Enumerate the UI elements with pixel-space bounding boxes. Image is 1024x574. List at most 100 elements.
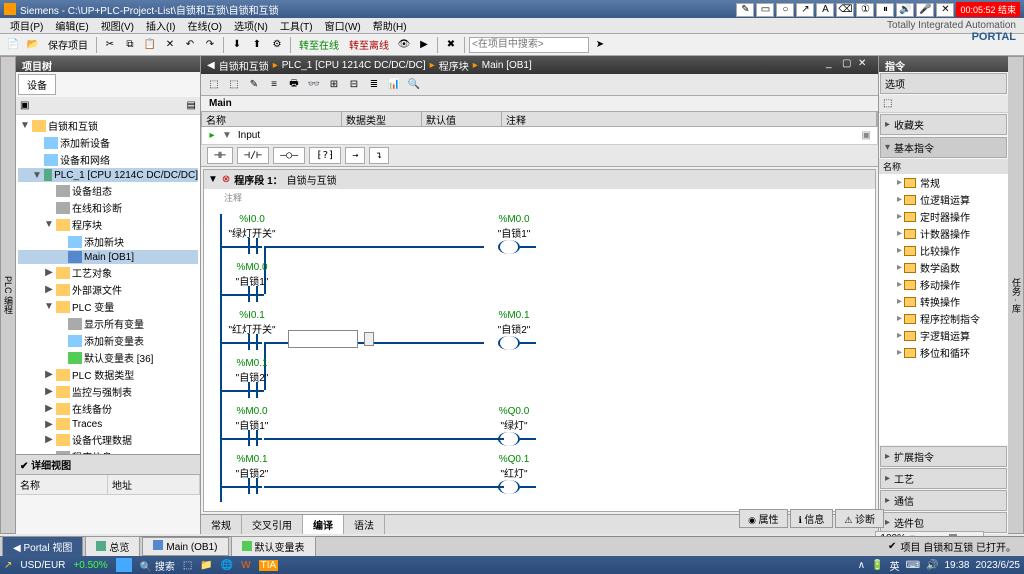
instruction-item[interactable]: ▸数学函数: [879, 259, 1008, 276]
instruction-item[interactable]: ▸程序控制指令: [879, 310, 1008, 327]
diag-tab[interactable]: ⚠ 诊断: [835, 509, 884, 528]
menu-item[interactable]: 项目(P): [4, 18, 49, 33]
tool-pause[interactable]: ⏸: [876, 3, 894, 17]
footer-tab[interactable]: 编译: [303, 515, 344, 534]
tree-item[interactable]: ▼PLC 变量: [18, 298, 198, 315]
project-tree[interactable]: ▼自锁和互锁添加新设备设备和网络▼PLC_1 [CPU 1214C DC/DC/…: [16, 115, 200, 454]
bc-back-icon[interactable]: ◀: [207, 60, 215, 71]
tool-rect[interactable]: ▭: [756, 3, 774, 17]
tree-item[interactable]: ▶外部源文件: [18, 281, 198, 298]
tool-pencil[interactable]: ✎: [736, 3, 754, 17]
redo-icon[interactable]: ↷: [201, 36, 219, 54]
footer-tab[interactable]: 交叉引用: [242, 515, 303, 534]
instruction-item[interactable]: ▸移动操作: [879, 276, 1008, 293]
paste-icon[interactable]: 📋: [141, 36, 159, 54]
inst-bottom-section[interactable]: ▸扩展指令: [880, 446, 1007, 467]
open-icon[interactable]: 📂: [24, 36, 42, 54]
tool-erase[interactable]: ⌫: [836, 3, 854, 17]
taskbar-app4[interactable]: W: [241, 560, 250, 571]
tool-close[interactable]: ✕: [936, 3, 954, 17]
cut-icon[interactable]: ✂: [101, 36, 119, 54]
compile-icon[interactable]: ⚙: [268, 36, 286, 54]
ladder-element-btn[interactable]: →: [345, 147, 365, 164]
menu-item[interactable]: 视图(V): [95, 18, 140, 33]
menu-item[interactable]: 工具(T): [274, 18, 319, 33]
footer-tab[interactable]: 常规: [201, 515, 242, 534]
taskbar-app1[interactable]: ⬚: [183, 560, 192, 571]
search-go-icon[interactable]: ➤: [591, 36, 609, 54]
tree-item[interactable]: 在线和诊断: [18, 199, 198, 216]
win-min-icon[interactable]: _: [826, 58, 840, 72]
et-6[interactable]: ⊞: [325, 77, 343, 93]
menu-item[interactable]: 在线(O): [181, 18, 227, 33]
instruction-item[interactable]: ▸常规: [879, 174, 1008, 191]
instruction-item[interactable]: ▸定时器操作: [879, 208, 1008, 225]
plc-sidetab[interactable]: PLC 编程: [0, 56, 16, 534]
taskbar-app3[interactable]: 🌐: [221, 560, 233, 571]
copy-icon[interactable]: ⧉: [121, 36, 139, 54]
tree-item[interactable]: 设备和网络: [18, 151, 198, 168]
menu-item[interactable]: 编辑(E): [49, 18, 94, 33]
et-1[interactable]: ⬚: [205, 77, 223, 93]
undo-icon[interactable]: ↶: [181, 36, 199, 54]
tree-item[interactable]: ▶工艺对象: [18, 264, 198, 281]
options-section[interactable]: 选项: [880, 73, 1007, 94]
instruction-item[interactable]: ▸位逻辑运算: [879, 191, 1008, 208]
tool-circle[interactable]: ○: [776, 3, 794, 17]
go-online-button[interactable]: 转至在线: [295, 37, 343, 52]
tree-item[interactable]: ▼PLC_1 [CPU 1214C DC/DC/DC]: [18, 168, 198, 182]
inst-bottom-section[interactable]: ▸工艺: [880, 468, 1007, 489]
ladder-element-btn[interactable]: ↴: [369, 147, 389, 164]
taskbar-app5[interactable]: TIA: [259, 560, 279, 571]
tree-filter-icon[interactable]: ▤: [187, 100, 196, 111]
taskbar-search[interactable]: 🔍 搜索: [140, 558, 175, 573]
instruction-item[interactable]: ▸计数器操作: [879, 225, 1008, 242]
network-area[interactable]: ▼⊗ 程序段 1： 自锁与互锁 注释 %I0.0"绿灯开关" %M0.0"自锁1…: [203, 169, 876, 512]
go-offline-button[interactable]: 转至离线: [345, 37, 393, 52]
ladder-element-btn[interactable]: ⊣/⊢: [237, 147, 269, 164]
et-8[interactable]: ≣: [365, 77, 383, 93]
instruction-item[interactable]: ▸字逻辑运算: [879, 327, 1008, 344]
tree-collapse-icon[interactable]: ▣: [20, 100, 29, 111]
cross-ref-icon[interactable]: ✖: [442, 36, 460, 54]
portal-view-tab[interactable]: ◀ Portal 视图: [2, 536, 83, 557]
tree-item[interactable]: ▶Traces: [18, 417, 198, 431]
tree-item[interactable]: ▶监控与强制表: [18, 383, 198, 400]
et-3[interactable]: ✎: [245, 77, 263, 93]
win-close-icon[interactable]: ✕: [858, 58, 872, 72]
ladder-element-btn[interactable]: ⊣⊢: [207, 147, 233, 164]
tool-text[interactable]: A: [816, 3, 834, 17]
var-row-input[interactable]: ▸▼ Input ▣: [201, 127, 878, 145]
win-max-icon[interactable]: ▢: [842, 58, 856, 72]
et-9[interactable]: 📊: [385, 77, 403, 93]
tool-arrow[interactable]: ↗: [796, 3, 814, 17]
et-10[interactable]: 🔍: [405, 77, 423, 93]
inst-tool-icon[interactable]: ⬚: [883, 98, 892, 109]
menu-item[interactable]: 选项(N): [228, 18, 274, 33]
tree-item[interactable]: Main [OB1]: [18, 250, 198, 264]
et-5[interactable]: 🖶: [285, 77, 303, 93]
ladder-element-btn[interactable]: ⁅?⁆: [309, 147, 341, 164]
tree-item[interactable]: 显示所有变量: [18, 315, 198, 332]
tool-mic[interactable]: 🎤: [916, 3, 934, 17]
menu-item[interactable]: 帮助(H): [367, 18, 413, 33]
tasks-sidetab[interactable]: 任务 · 库: [1008, 56, 1024, 534]
basic-inst-section[interactable]: ▾基本指令: [880, 137, 1007, 158]
tool-sound[interactable]: 🔊: [896, 3, 914, 17]
footer-tab[interactable]: 语法: [344, 515, 385, 534]
start-button[interactable]: [116, 558, 132, 572]
delete-icon[interactable]: ✕: [161, 36, 179, 54]
new-project-icon[interactable]: 📄: [4, 36, 22, 54]
save-button[interactable]: 保存项目: [44, 37, 92, 52]
var-table-tab[interactable]: 默认变量表: [231, 536, 316, 557]
menu-item[interactable]: 窗口(W): [319, 18, 367, 33]
et-4[interactable]: ≡: [265, 77, 283, 93]
monitor-icon[interactable]: 👁: [395, 36, 413, 54]
main-ob1-tab[interactable]: Main (OB1): [142, 537, 228, 556]
tree-item[interactable]: ▶在线备份: [18, 400, 198, 417]
tree-item[interactable]: 默认变量表 [36]: [18, 349, 198, 366]
tool-num[interactable]: ①: [856, 3, 874, 17]
tree-item[interactable]: ▼程序块: [18, 216, 198, 233]
favorites-section[interactable]: ▸收藏夹: [880, 114, 1007, 135]
instruction-item[interactable]: ▸比较操作: [879, 242, 1008, 259]
